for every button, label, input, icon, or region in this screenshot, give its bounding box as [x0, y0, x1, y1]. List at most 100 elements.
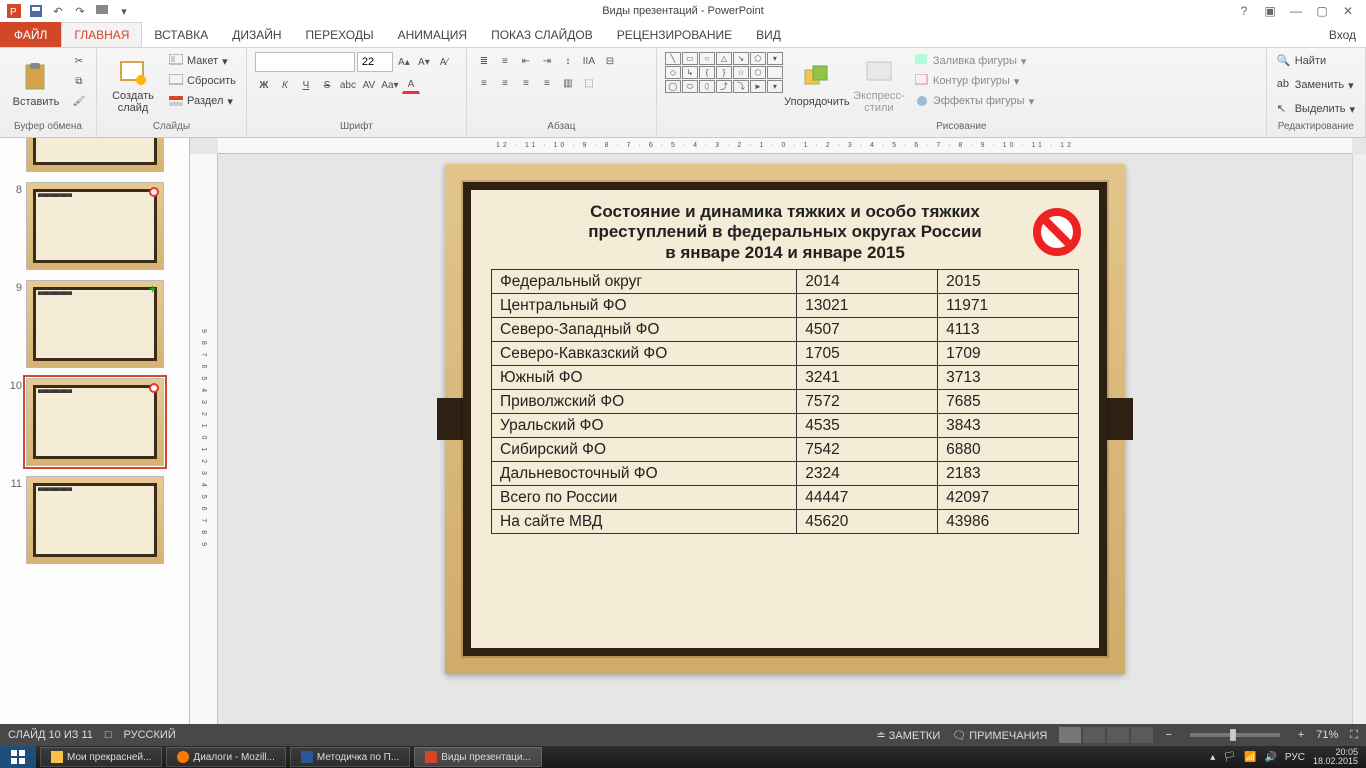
- find-button[interactable]: 🔍Найти: [1275, 52, 1328, 70]
- section-button[interactable]: Раздел ▾: [167, 92, 238, 110]
- zoom-slider[interactable]: [1190, 733, 1280, 737]
- save-icon[interactable]: [28, 3, 44, 19]
- slide[interactable]: Состояние и динамика тяжких и особо тяжк…: [445, 164, 1125, 674]
- change-case-icon[interactable]: Aa▾: [381, 76, 399, 94]
- tab-animations[interactable]: АНИМАЦИЯ: [386, 22, 479, 47]
- convert-smartart-icon[interactable]: ⬚: [580, 74, 598, 92]
- columns-icon[interactable]: ▥: [559, 74, 577, 92]
- font-color-icon[interactable]: A: [402, 76, 420, 94]
- help-icon[interactable]: ?: [1234, 4, 1254, 18]
- clock[interactable]: 20:05 18.02.2015: [1313, 748, 1358, 766]
- tab-insert[interactable]: ВСТАВКА: [142, 22, 220, 47]
- clear-formatting-icon[interactable]: A⁄: [435, 53, 453, 71]
- taskbar-item-word[interactable]: Методичка по П...: [290, 747, 410, 767]
- layout-button[interactable]: Макет ▾: [167, 52, 238, 70]
- horizontal-ruler[interactable]: 12 · 11 · 10 · 9 · 8 · 7 · 6 · 5 · 4 · 3…: [218, 138, 1352, 154]
- format-painter-icon[interactable]: 🖌: [70, 92, 88, 110]
- tab-transitions[interactable]: ПЕРЕХОДЫ: [294, 22, 386, 47]
- slide-thumbnails-panel[interactable]: 8████████████████ 9████████████████+ 10███…: [0, 138, 190, 724]
- align-text-icon[interactable]: ⊟: [601, 52, 619, 70]
- line-spacing-icon[interactable]: ↕: [559, 52, 577, 70]
- qat-more-icon[interactable]: ▾: [116, 3, 132, 19]
- slide-thumb[interactable]: 8████████████████: [6, 182, 189, 270]
- quick-styles-button[interactable]: Экспресс-стили: [851, 52, 907, 118]
- numbering-icon[interactable]: ≡: [496, 52, 514, 70]
- ime-indicator[interactable]: РУС: [1285, 752, 1305, 763]
- thumb-partial-top[interactable]: [6, 138, 189, 172]
- tab-slideshow[interactable]: ПОКАЗ СЛАЙДОВ: [479, 22, 605, 47]
- new-slide-button[interactable]: Создать слайд: [105, 52, 161, 118]
- fit-to-window-icon[interactable]: ⛶: [1350, 729, 1358, 742]
- reset-button[interactable]: Сбросить: [167, 72, 238, 90]
- font-size-input[interactable]: [357, 52, 393, 72]
- decrease-font-icon[interactable]: A▾: [415, 53, 433, 71]
- italic-button[interactable]: К: [276, 76, 294, 94]
- justify-icon[interactable]: ≡: [538, 74, 556, 92]
- taskbar-item-powerpoint[interactable]: Виды презентаци...: [414, 747, 542, 767]
- tab-design[interactable]: ДИЗАЙН: [220, 22, 293, 47]
- increase-font-icon[interactable]: A▴: [395, 53, 413, 71]
- shapes-gallery[interactable]: ╲▭○△↘⬠▾ ◇↳{}☆⬡ ◯⬭⬯⤴⤵►▾: [665, 52, 783, 93]
- start-button[interactable]: [0, 746, 36, 768]
- replace-button[interactable]: abЗаменить ▾: [1275, 76, 1356, 94]
- zoom-percent[interactable]: 71%: [1316, 729, 1338, 741]
- close-icon[interactable]: ✕: [1338, 4, 1358, 18]
- paste-button[interactable]: Вставить: [8, 52, 64, 118]
- spellcheck-icon[interactable]: □: [105, 729, 112, 741]
- slide-canvas-area[interactable]: Состояние и динамика тяжких и особо тяжк…: [218, 154, 1352, 724]
- restore-icon[interactable]: ▢: [1312, 4, 1332, 18]
- slide-thumb[interactable]: 9████████████████+: [6, 280, 189, 368]
- strikethrough-button[interactable]: S: [318, 76, 336, 94]
- network-icon[interactable]: 📶: [1244, 752, 1256, 763]
- char-spacing-button[interactable]: AV: [360, 76, 378, 94]
- cut-icon[interactable]: ✂: [70, 52, 88, 70]
- increase-indent-icon[interactable]: ⇥: [538, 52, 556, 70]
- taskbar-item-firefox[interactable]: Диалоги - Mozill...: [166, 747, 285, 767]
- arrange-button[interactable]: Упорядочить: [789, 52, 845, 118]
- align-right-icon[interactable]: ≡: [517, 74, 535, 92]
- comments-button[interactable]: 🗨 ПРИМЕЧАНИЯ: [952, 729, 1047, 742]
- underline-button[interactable]: Ч: [297, 76, 315, 94]
- file-tab[interactable]: ФАЙЛ: [0, 22, 61, 47]
- text-shadow-button[interactable]: abc: [339, 76, 357, 94]
- flag-icon[interactable]: 🏳: [1223, 752, 1236, 763]
- volume-icon[interactable]: 🔊: [1264, 752, 1276, 763]
- bold-button[interactable]: Ж: [255, 76, 273, 94]
- shape-effects-button[interactable]: Эффекты фигуры ▾: [913, 92, 1036, 110]
- notes-button[interactable]: ≐ ЗАМЕТКИ: [876, 729, 940, 742]
- language-indicator[interactable]: РУССКИЙ: [124, 729, 176, 741]
- tab-home[interactable]: ГЛАВНАЯ: [61, 22, 142, 47]
- align-left-icon[interactable]: ≡: [475, 74, 493, 92]
- align-center-icon[interactable]: ≡: [496, 74, 514, 92]
- undo-icon[interactable]: ↶: [50, 3, 66, 19]
- data-table: Федеральный округ20142015Центральный ФО1…: [491, 269, 1079, 534]
- vertical-scrollbar[interactable]: [1352, 154, 1366, 724]
- taskbar-item-folder[interactable]: Мои прекрасней...: [40, 747, 162, 767]
- decrease-indent-icon[interactable]: ⇤: [517, 52, 535, 70]
- select-button[interactable]: ↖Выделить ▾: [1275, 100, 1357, 118]
- ribbon-options-icon[interactable]: ▣: [1260, 4, 1280, 18]
- start-from-beginning-icon[interactable]: [94, 3, 110, 19]
- slide-counter[interactable]: СЛАЙД 10 ИЗ 11: [8, 729, 93, 741]
- tab-view[interactable]: ВИД: [744, 22, 793, 47]
- tray-expand-icon[interactable]: ▴: [1210, 752, 1215, 763]
- bullets-icon[interactable]: ≣: [475, 52, 493, 70]
- slide-thumb[interactable]: 11████████████████: [6, 476, 189, 564]
- normal-view-icon[interactable]: [1059, 727, 1081, 743]
- tab-review[interactable]: РЕЦЕНЗИРОВАНИЕ: [605, 22, 744, 47]
- zoom-in-icon[interactable]: +: [1298, 729, 1304, 741]
- redo-icon[interactable]: ↷: [72, 3, 88, 19]
- font-name-input[interactable]: [255, 52, 355, 72]
- slideshow-view-icon[interactable]: [1131, 727, 1153, 743]
- shape-fill-button[interactable]: Заливка фигуры ▾: [913, 52, 1036, 70]
- sorter-view-icon[interactable]: [1083, 727, 1105, 743]
- minimize-icon[interactable]: —: [1286, 4, 1306, 18]
- shape-outline-button[interactable]: Контур фигуры ▾: [913, 72, 1036, 90]
- text-direction-icon[interactable]: IIA: [580, 52, 598, 70]
- slide-thumb[interactable]: 10████████████████: [6, 378, 189, 466]
- reading-view-icon[interactable]: [1107, 727, 1129, 743]
- copy-icon[interactable]: ⧉: [70, 72, 88, 90]
- zoom-out-icon[interactable]: −: [1165, 729, 1171, 741]
- signin-link[interactable]: Вход: [1329, 22, 1366, 47]
- vertical-ruler[interactable]: 9 8 7 6 5 4 3 2 1 0 1 2 3 4 5 6 7 8 9: [190, 154, 218, 724]
